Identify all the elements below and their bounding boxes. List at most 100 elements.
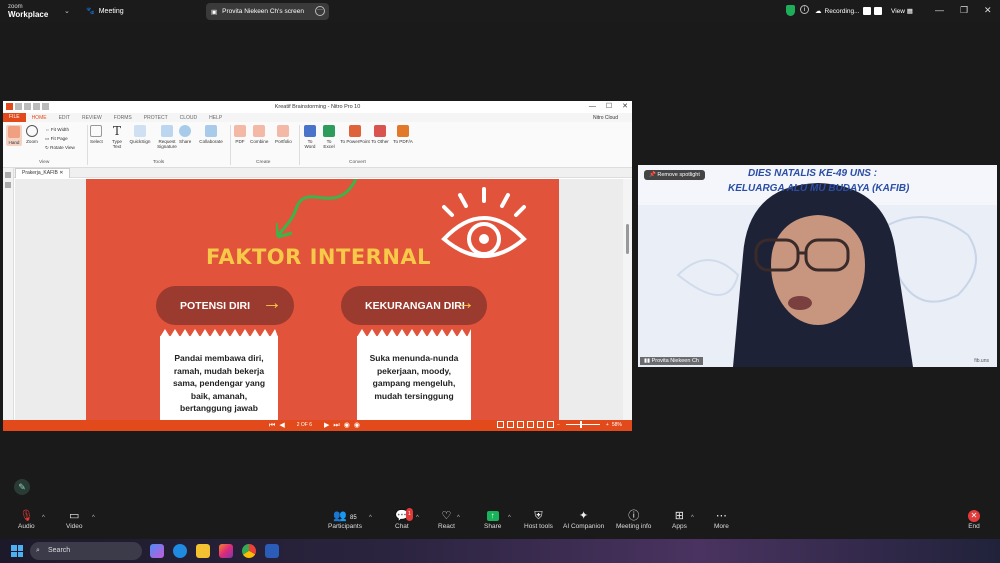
ai-companion-button[interactable]: ✦ AI Companion [563,510,604,530]
facing-continuous-icon[interactable] [527,421,534,428]
bookmarks-panel-icon[interactable] [5,182,11,188]
taskbar-search[interactable]: ⌕ Search [30,542,142,560]
restore-icon[interactable]: ❐ [960,5,968,16]
nitro-cloud-label[interactable]: Nitro Cloud [593,115,618,121]
menu-review[interactable]: REVIEW [76,115,108,121]
participants-button[interactable]: 👥 85 Participants [328,510,362,530]
request-signature-button[interactable]: Request Signature [154,125,180,149]
stop-recording-icon[interactable] [873,7,882,15]
undo-icon[interactable] [42,103,49,110]
menu-home[interactable]: HOME [26,115,53,121]
prev-page-icon[interactable]: ◀ [279,421,284,430]
save-icon[interactable] [24,103,31,110]
host-tools-button[interactable]: ⛨ Host tools [524,510,553,530]
chevron-down-icon[interactable]: ⌄ [64,7,70,15]
apps-options-icon[interactable]: ^ [691,515,694,521]
menu-help[interactable]: HELP [203,115,228,121]
video-options-icon[interactable]: ^ [92,515,95,521]
menu-forms[interactable]: FORMS [108,115,138,121]
to-powerpoint-button[interactable]: To PowerPoint [340,125,370,144]
share-screen-button[interactable]: ↑ Share [484,510,501,530]
react-options-icon[interactable]: ^ [457,515,460,521]
meeting-info-button[interactable]: ⓘ Meeting info [616,510,651,530]
to-other-button[interactable]: To Other [370,125,390,144]
facing-icon[interactable] [517,421,524,428]
fit-page-button[interactable]: ▭ Fit Page [45,134,75,143]
more-options-icon[interactable]: ··· [315,6,325,16]
select-button[interactable]: Select [90,125,103,144]
continuous-icon[interactable] [507,421,514,428]
forward-view-icon[interactable]: ◉ [354,421,360,430]
collaborate-button[interactable]: Collaborate [197,125,225,144]
single-page-icon[interactable] [497,421,504,428]
word-app-icon[interactable] [265,544,279,558]
security-shield-icon[interactable] [786,5,795,16]
info-icon[interactable]: i [800,5,809,14]
file-explorer-icon[interactable] [196,544,210,558]
audio-button[interactable]: 🎙 Audio [18,510,35,530]
copilot-icon[interactable] [150,544,164,558]
windows-start-icon[interactable] [11,545,23,557]
instagram-icon[interactable] [219,544,233,558]
chrome-icon[interactable] [242,544,256,558]
to-pdfa-button[interactable]: To PDF/A [393,125,413,144]
last-page-icon[interactable]: ⏭ [333,421,339,430]
menu-file[interactable]: FILE [3,113,26,122]
print-icon[interactable] [33,103,40,110]
scrollbar-thumb[interactable] [626,224,629,254]
menu-edit[interactable]: EDIT [53,115,76,121]
spotlight-video-tile[interactable]: DIES NATALIS KE-49 UNS : KELUARGA ALU MU… [638,165,997,367]
react-button[interactable]: ♡ React [438,510,455,530]
edge-browser-icon[interactable] [173,544,187,558]
end-meeting-button[interactable]: ✕ End [968,510,980,530]
zoom-out-icon[interactable]: − [557,422,560,428]
zoom-in-icon[interactable]: + [606,422,609,428]
close-tab-icon[interactable]: ✕ [59,170,63,176]
to-excel-button[interactable]: To Excel [321,125,337,149]
quicksign-button[interactable]: QuickSign [127,125,153,144]
pause-recording-icon[interactable] [862,7,871,15]
document-tab[interactable]: Prakerja_KAFIB ✕ [15,168,71,178]
zoom-button[interactable]: Zoom [26,125,38,144]
nitro-minimize-icon[interactable]: — [589,101,596,113]
screen-share-pill[interactable]: ▣ Provita Niekeen Ch's screen ··· [206,3,329,20]
chat-button[interactable]: 💬 1 Chat [395,508,413,530]
hand-tool-button[interactable]: Hand [6,125,22,146]
zoom-slider-knob[interactable] [579,421,582,428]
share-options-icon[interactable]: ^ [508,515,511,521]
rotate-view-button[interactable]: ↻ Rotate View [45,143,75,152]
back-view-icon[interactable]: ◉ [344,421,350,430]
next-page-icon[interactable]: ▶ [324,421,329,430]
fit-width-button[interactable]: ⇔ Fit Width [45,125,75,134]
zoom-workplace-logo[interactable]: zoom Workplace [8,3,48,19]
participants-options-icon[interactable]: ^ [369,515,372,521]
pdf-create-button[interactable]: PDF [234,125,246,144]
share-doc-button[interactable]: Share [179,125,191,144]
more-button[interactable]: ⋯ More [714,510,729,530]
menu-cloud[interactable]: CLOUD [174,115,204,121]
open-icon[interactable] [15,103,22,110]
minimize-icon[interactable]: — [935,5,944,15]
page-indicator[interactable]: 2 OF 6 [289,421,320,430]
nitro-close-icon[interactable]: ✕ [622,101,628,113]
video-button[interactable]: ▭ Video [66,510,83,530]
view-menu[interactable]: View ▦ [891,7,913,15]
zoom-slider[interactable] [565,421,600,428]
first-page-icon[interactable]: ⏮ [269,421,275,430]
nitro-maximize-icon[interactable]: ☐ [606,101,612,113]
menu-protect[interactable]: PROTECT [138,115,174,121]
apps-button[interactable]: ⊞ Apps [672,510,687,530]
meeting-menu[interactable]: 🐾 Meeting [86,7,124,16]
chat-options-icon[interactable]: ^ [416,515,419,521]
fullscreen-icon[interactable] [547,421,554,428]
audio-options-icon[interactable]: ^ [42,515,45,521]
vertical-scrollbar[interactable] [623,179,632,420]
annotation-pen-icon[interactable]: ✎ [14,479,30,495]
combine-button[interactable]: Combine [250,125,268,144]
type-text-button[interactable]: T Type Text [109,125,125,149]
to-word-button[interactable]: To Word [302,125,318,149]
close-icon[interactable]: ✕ [984,5,992,16]
fit-icon[interactable] [537,421,544,428]
pages-panel-icon[interactable] [5,172,11,178]
portfolio-button[interactable]: Portfolio [275,125,292,144]
